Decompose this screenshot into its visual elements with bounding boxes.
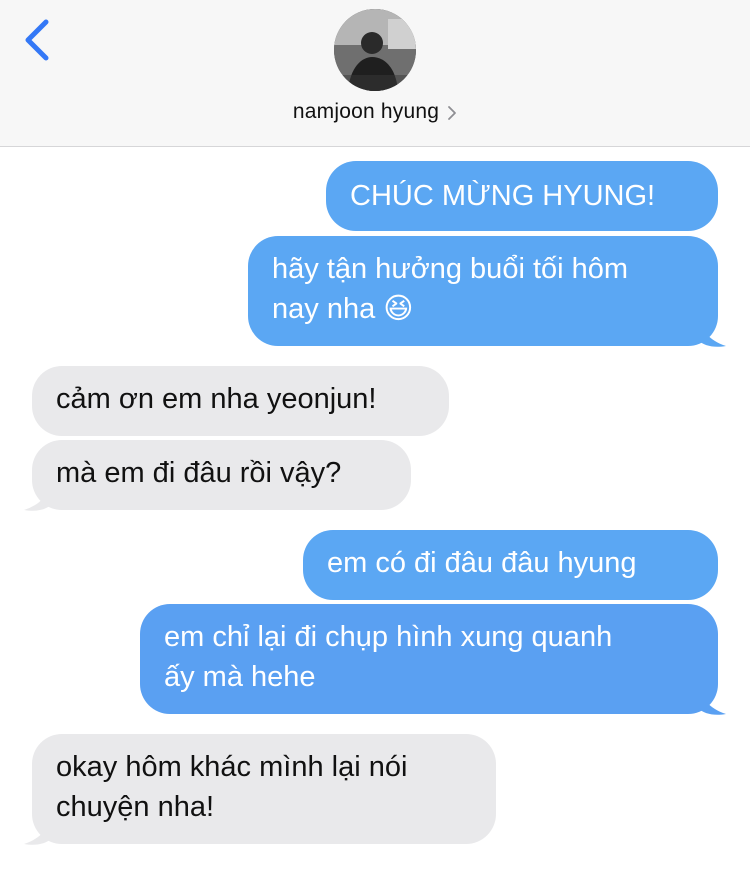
message-text: em chỉ lại đi chụp hình xung quanh <box>164 621 613 653</box>
message-text: cảm ơn em nha yeonjun! <box>56 383 377 415</box>
contact-name: namjoon hyung <box>292 100 440 123</box>
sent-message-bubble[interactable]: em chỉ lại đi chụp hình xung quanh ấy mà… <box>140 604 718 714</box>
chevron-right-icon <box>448 106 457 120</box>
sent-message-bubble[interactable]: em có đi đâu đâu hyung <box>303 530 718 600</box>
bubble-tail <box>698 318 726 347</box>
bubble-tail <box>24 816 52 845</box>
contact-info-button[interactable]: namjoon hyung <box>0 97 750 127</box>
message-text: CHÚC MỪNG HYUNG! <box>350 180 656 212</box>
message-text: okay hôm khác mình lại nói <box>56 751 408 783</box>
message-text: ấy mà hehe <box>164 661 316 693</box>
conversation-header: namjoon hyung <box>0 0 750 147</box>
bubble-tail <box>24 482 52 511</box>
sent-message-bubble[interactable]: hãy tận hưởng buổi tối hôm nay nha 😆 <box>248 236 718 346</box>
received-message-bubble[interactable]: cảm ơn em nha yeonjun! <box>32 366 449 436</box>
message-text: nay nha 😆 <box>272 293 414 325</box>
received-message-bubble[interactable]: mà em đi đâu rồi vậy? <box>32 440 411 510</box>
received-message-bubble[interactable]: okay hôm khác mình lại nói chuyện nha! <box>32 734 496 844</box>
avatar-photo <box>334 9 416 91</box>
back-button[interactable] <box>18 16 58 64</box>
message-text: chuyện nha! <box>56 791 215 823</box>
bubble-tail <box>698 686 726 715</box>
message-text: hãy tận hưởng buổi tối hôm <box>272 253 629 285</box>
message-text: em có đi đâu đâu hyung <box>327 547 637 579</box>
message-text: mà em đi đâu rồi vậy? <box>56 457 342 489</box>
contact-avatar[interactable] <box>334 9 416 91</box>
sent-message-bubble[interactable]: CHÚC MỪNG HYUNG! <box>326 161 718 231</box>
chevron-left-icon <box>25 19 49 61</box>
